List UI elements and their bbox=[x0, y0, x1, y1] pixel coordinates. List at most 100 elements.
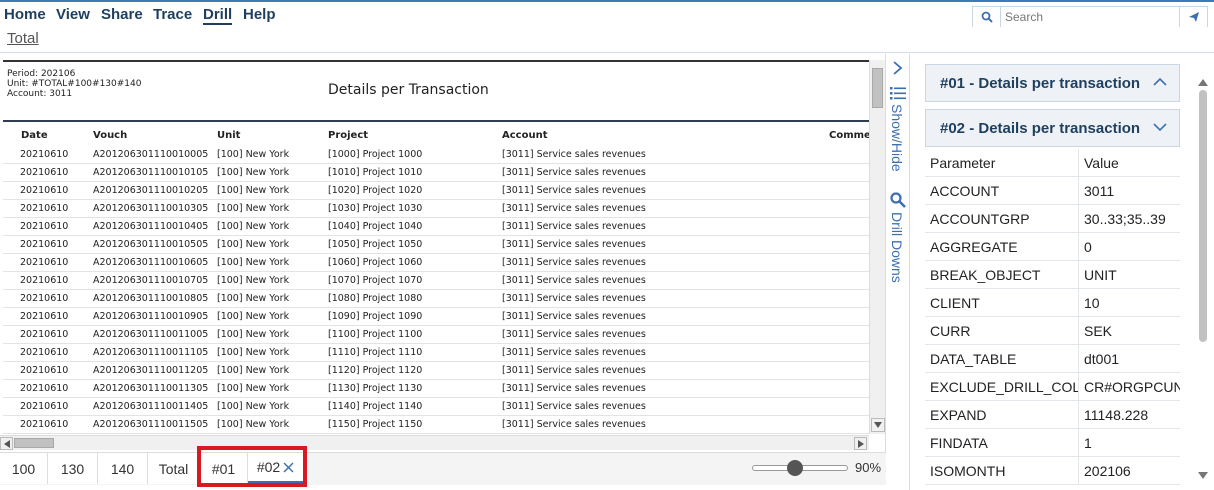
scroll-down-arrow[interactable] bbox=[871, 418, 885, 432]
menu-share[interactable]: Share bbox=[101, 6, 143, 23]
parameter-row[interactable]: EXCLUDE_DRILL_COL CR#ORGPCUN bbox=[925, 373, 1180, 401]
menu-trace[interactable]: Trace bbox=[153, 6, 192, 23]
chevron-down-icon bbox=[1153, 123, 1167, 132]
cell-date: 20210610 bbox=[20, 203, 69, 214]
cell-date: 20210610 bbox=[20, 419, 69, 430]
menu-view[interactable]: View bbox=[56, 6, 90, 23]
cell-account: [3011] Service sales revenues bbox=[502, 365, 646, 376]
table-row[interactable]: 20210610 A201206301110010805 [100] New Yor… bbox=[3, 290, 869, 308]
cell-unit: [100] New York bbox=[217, 239, 290, 250]
column-divider bbox=[1078, 177, 1079, 204]
parameter-row[interactable]: CURR SEK bbox=[925, 317, 1180, 345]
parameter-row[interactable]: FINDATA 1 bbox=[925, 429, 1180, 457]
parameter-row[interactable]: ISOMONTH 202106 bbox=[925, 457, 1180, 485]
table-row[interactable]: 20210610 A201206301110011005 [100] New Yor… bbox=[3, 326, 869, 344]
cell-project: [1090] Project 1090 bbox=[328, 311, 423, 322]
scroll-left-arrow[interactable] bbox=[0, 437, 13, 450]
table-row[interactable]: 20210610 A201206301110010005 [100] New Yor… bbox=[3, 146, 869, 164]
col-unit: Unit bbox=[217, 130, 241, 141]
vertical-scroll-thumb[interactable] bbox=[872, 68, 883, 108]
parameter-row[interactable]: EXPAND 11148.228 bbox=[925, 401, 1180, 429]
chevron-right-icon[interactable] bbox=[891, 61, 903, 75]
cell-date: 20210610 bbox=[20, 365, 69, 376]
table-row[interactable]: 20210610 A201206301110010105 [100] New Yor… bbox=[3, 164, 869, 182]
horizontal-scroll-thumb[interactable] bbox=[14, 438, 54, 448]
parameter-row[interactable]: CLIENT 10 bbox=[925, 289, 1180, 317]
cell-date: 20210610 bbox=[20, 293, 69, 304]
tab-140[interactable]: 140 bbox=[98, 453, 148, 484]
tab-total[interactable]: Total bbox=[148, 453, 200, 484]
col-account: Account bbox=[502, 130, 548, 141]
menu-help[interactable]: Help bbox=[243, 6, 276, 23]
tab-130[interactable]: 130 bbox=[48, 453, 98, 484]
tab-02[interactable]: #02 bbox=[248, 453, 304, 484]
cell-unit: [100] New York bbox=[217, 365, 290, 376]
table-row[interactable]: 20210610 A201206301110011405 [100] New Yor… bbox=[3, 398, 869, 416]
parameter-value: 202106 bbox=[1084, 463, 1131, 479]
table-row[interactable]: 20210610 A201206301110010605 [100] New Yor… bbox=[3, 254, 869, 272]
search-input[interactable] bbox=[1005, 9, 1175, 25]
send-icon bbox=[1188, 12, 1199, 22]
show-hide-toggle[interactable]: Show/Hide bbox=[889, 104, 905, 172]
report-vertical-scrollbar[interactable] bbox=[869, 60, 885, 434]
parameter-value: 30..33;35..39 bbox=[1084, 211, 1166, 227]
section-01-header[interactable]: #01 - Details per transaction bbox=[925, 64, 1180, 102]
table-row[interactable]: 20210610 A201206301110010905 [100] New Yor… bbox=[3, 308, 869, 326]
parameter-row[interactable]: ACCOUNTGRP 30..33;35..39 bbox=[925, 205, 1180, 233]
header-parameter: Parameter bbox=[930, 155, 996, 171]
table-row[interactable]: 20210610 A201206301110010405 [100] New Yor… bbox=[3, 218, 869, 236]
parameter-row[interactable]: DATA_TABLE dt001 bbox=[925, 345, 1180, 373]
parameter-value: CR#ORGPCUN bbox=[1084, 379, 1180, 395]
cell-unit: [100] New York bbox=[217, 293, 290, 304]
menu-home[interactable]: Home bbox=[4, 6, 46, 23]
cell-unit: [100] New York bbox=[217, 401, 290, 412]
search-button[interactable] bbox=[973, 7, 1001, 27]
column-divider bbox=[1078, 429, 1079, 456]
tab-100[interactable]: 100 bbox=[0, 453, 48, 484]
parameter-row[interactable]: ACCOUNT 3011 bbox=[925, 177, 1180, 205]
table-row[interactable]: 20210610 A201206301110010305 [100] New Yor… bbox=[3, 200, 869, 218]
report-title: Details per Transaction bbox=[328, 82, 489, 98]
report-horizontal-scrollbar[interactable] bbox=[0, 435, 869, 450]
column-divider bbox=[1078, 401, 1079, 428]
cell-vouch: A201206301110010705 bbox=[93, 275, 209, 286]
parameter-row[interactable]: AGGREGATE 0 bbox=[925, 233, 1180, 261]
table-row[interactable]: 20210610 A201206301110010505 [100] New Yor… bbox=[3, 236, 869, 254]
cell-account: [3011] Service sales revenues bbox=[502, 293, 646, 304]
table-row[interactable]: 20210610 A201206301110011205 [100] New Yor… bbox=[3, 362, 869, 380]
close-icon[interactable] bbox=[283, 462, 294, 473]
column-divider bbox=[1078, 233, 1079, 260]
side-strip: Show/Hide Drill Downs bbox=[886, 54, 910, 490]
cell-account: [3011] Service sales revenues bbox=[502, 419, 646, 430]
parameter-name: ACCOUNTGRP bbox=[930, 211, 1030, 227]
table-row[interactable]: 20210610 A201206301110011505 [100] New Yor… bbox=[3, 416, 869, 434]
cell-vouch: A201206301110010305 bbox=[93, 203, 209, 214]
table-row[interactable]: 20210610 A201206301110010705 [100] New Yor… bbox=[3, 272, 869, 290]
table-row[interactable]: 20210610 A201206301110010205 [100] New Yor… bbox=[3, 182, 869, 200]
cell-date: 20210610 bbox=[20, 185, 69, 196]
cell-vouch: A201206301110010605 bbox=[93, 257, 209, 268]
parameter-name: CURR bbox=[930, 323, 971, 339]
panel-scroll-thumb[interactable] bbox=[1199, 90, 1207, 342]
table-row[interactable]: 20210610 A201206301110011305 [100] New Yor… bbox=[3, 380, 869, 398]
menu-drill[interactable]: Drill bbox=[203, 6, 233, 25]
drill-panel: #01 - Details per transaction #02 - Deta… bbox=[910, 54, 1214, 490]
send-button[interactable] bbox=[1179, 7, 1207, 27]
parameter-row[interactable]: BREAK_OBJECT UNIT bbox=[925, 261, 1180, 289]
cell-project: [1050] Project 1050 bbox=[328, 239, 423, 250]
cell-project: [1140] Project 1140 bbox=[328, 401, 423, 412]
cell-date: 20210610 bbox=[20, 149, 69, 160]
cell-project: [1000] Project 1000 bbox=[328, 149, 423, 160]
section-02-header[interactable]: #02 - Details per transaction bbox=[925, 109, 1180, 147]
cell-vouch: A201206301110011205 bbox=[93, 365, 209, 376]
scroll-right-arrow[interactable] bbox=[854, 437, 867, 450]
report-viewer: Period: 202106 Unit: #TOTAL#100#130#140 … bbox=[0, 54, 886, 452]
breadcrumb-total[interactable]: Total bbox=[7, 30, 39, 47]
cell-date: 20210610 bbox=[20, 401, 69, 412]
tab-label: 100 bbox=[11, 460, 36, 477]
tab-01[interactable]: #01 bbox=[200, 453, 248, 484]
table-row[interactable]: 20210610 A201206301110011105 [100] New Yor… bbox=[3, 344, 869, 362]
parameter-value: 3011 bbox=[1084, 183, 1115, 199]
panel-scrollbar[interactable] bbox=[1198, 78, 1208, 482]
drill-downs-toggle[interactable]: Drill Downs bbox=[889, 212, 905, 283]
